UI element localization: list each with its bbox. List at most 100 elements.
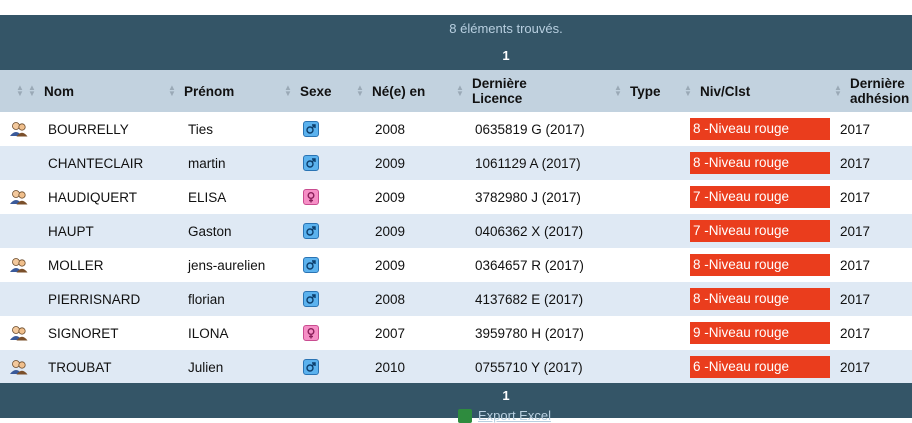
cell-adhesion: 2017: [834, 350, 912, 384]
cell-ne-en: 2009: [356, 248, 456, 282]
row-avatar-cell: [0, 316, 28, 350]
cell-prenom: ILONA: [168, 316, 284, 350]
column-header-niv[interactable]: ▲ ▼ Niv/Clst: [684, 70, 834, 112]
cell-nom-text: PIERRISNARD: [48, 291, 141, 307]
cell-licence-text: 1061129 A (2017): [475, 155, 581, 171]
cell-sexe: [284, 350, 356, 384]
cell-licence: 3959780 H (2017): [456, 316, 614, 350]
sort-icon[interactable]: ▲ ▼: [168, 84, 176, 98]
column-header-ne_en[interactable]: ▲ ▼ Né(e) en: [356, 70, 456, 112]
row-avatar-cell: [0, 350, 28, 384]
cell-licence: 0635819 G (2017): [456, 112, 614, 146]
female-symbol-icon: [303, 325, 319, 342]
table-row[interactable]: HAUPT Gaston 2009 0406362 X (2017) 7 -Niveau…: [0, 214, 912, 248]
level-badge: 8 -Niveau rouge: [690, 118, 830, 140]
cell-licence: 3782980 J (2017): [456, 180, 614, 214]
cell-ne-en: 2009: [356, 180, 456, 214]
sort-icon[interactable]: ▲ ▼: [614, 84, 622, 98]
cell-type: [614, 214, 684, 248]
column-header-icon[interactable]: ▲ ▼: [0, 70, 28, 112]
cell-licence-text: 0635819 G (2017): [475, 121, 585, 137]
column-header-label: Dernière Licence: [472, 76, 527, 106]
sort-icon[interactable]: ▲ ▼: [16, 84, 24, 98]
results-footer-bar: 1 Export Excel: [0, 383, 912, 423]
sort-icon[interactable]: ▲ ▼: [684, 84, 692, 98]
cell-ne-en-text: 2009: [375, 155, 406, 171]
cell-licence-text: 4137682 E (2017): [475, 291, 584, 307]
cell-sexe: [284, 282, 356, 316]
cell-nom-text: HAUDIQUERT: [48, 189, 138, 205]
cell-ne-en-text: 2009: [375, 189, 406, 205]
column-header-label: Dernière adhésion: [850, 76, 910, 106]
cell-niv: 6 -Niveau rouge: [684, 350, 834, 384]
cell-adhesion: 2017: [834, 214, 912, 248]
column-header-label: Prénom: [184, 83, 235, 99]
table-row[interactable]: SIGNORET ILONA 2007 3959780 H (2017) 9 -Nive…: [0, 316, 912, 350]
cell-licence: 4137682 E (2017): [456, 282, 614, 316]
cell-nom: HAUPT: [28, 214, 168, 248]
sort-icon[interactable]: ▲ ▼: [356, 84, 364, 98]
column-header-type[interactable]: ▲ ▼ Type: [614, 70, 684, 112]
male-symbol-icon: [303, 121, 319, 138]
cell-adhesion-text: 2017: [840, 325, 871, 341]
table-body: BOURRELLY Ties 2008 0635819 G (2017) 8 -Nive…: [0, 112, 912, 384]
female-symbol-icon: [303, 189, 319, 206]
cell-ne-en-text: 2008: [375, 291, 406, 307]
export-excel-link[interactable]: Export Excel: [458, 408, 551, 423]
users-icon: [9, 189, 28, 205]
cell-prenom-text: ELISA: [188, 189, 227, 205]
level-badge: 8 -Niveau rouge: [690, 254, 830, 276]
cell-prenom: Ties: [168, 112, 284, 146]
cell-sexe: [284, 146, 356, 180]
users-icon: [9, 121, 28, 137]
cell-adhesion: 2017: [834, 282, 912, 316]
cell-nom: MOLLER: [28, 248, 168, 282]
pagination-bottom-page[interactable]: 1: [0, 388, 912, 403]
sort-icon[interactable]: ▲ ▼: [456, 84, 464, 98]
cell-niv: 8 -Niveau rouge: [684, 248, 834, 282]
cell-prenom-text: ILONA: [188, 325, 229, 341]
column-header-licence[interactable]: ▲ ▼ Dernière Licence: [456, 70, 614, 112]
table-row[interactable]: BOURRELLY Ties 2008 0635819 G (2017) 8 -Nive…: [0, 112, 912, 146]
results-table: ▲ ▼ ▲ ▼ Nom ▲ ▼ Prénom ▲ ▼ Sexe ▲ ▼ Né(e) en ▲ ▼ Dernièr…: [0, 70, 912, 384]
table-row[interactable]: PIERRISNARD florian 2008 4137682 E (2017) 8 …: [0, 282, 912, 316]
cell-type: [614, 180, 684, 214]
cell-prenom: martin: [168, 146, 284, 180]
table-row[interactable]: CHANTECLAIR martin 2009 1061129 A (2017) 8 -…: [0, 146, 912, 180]
cell-type: [614, 112, 684, 146]
column-header-sexe[interactable]: ▲ ▼ Sexe: [284, 70, 356, 112]
cell-licence-text: 0755710 Y (2017): [475, 359, 583, 375]
column-header-prenom[interactable]: ▲ ▼ Prénom: [168, 70, 284, 112]
row-avatar-cell: [0, 248, 28, 282]
table-row[interactable]: TROUBAT Julien 2010 0755710 Y (2017) 6 -Nive…: [0, 350, 912, 384]
row-avatar-cell: [0, 180, 28, 214]
sort-icon[interactable]: ▲ ▼: [284, 84, 292, 98]
male-symbol-icon: [303, 291, 319, 308]
column-header-nom[interactable]: ▲ ▼ Nom: [28, 70, 168, 112]
cell-adhesion: 2017: [834, 112, 912, 146]
cell-adhesion-text: 2017: [840, 291, 871, 307]
row-avatar-cell: [0, 282, 28, 316]
cell-prenom: Gaston: [168, 214, 284, 248]
cell-licence-text: 3959780 H (2017): [475, 325, 584, 341]
cell-prenom: ELISA: [168, 180, 284, 214]
cell-sexe: [284, 316, 356, 350]
column-header-adhesion[interactable]: ▲ ▼ Dernière adhésion: [834, 70, 912, 112]
cell-adhesion: 2017: [834, 146, 912, 180]
table-header-row: ▲ ▼ ▲ ▼ Nom ▲ ▼ Prénom ▲ ▼ Sexe ▲ ▼ Né(e) en ▲ ▼ Dernièr…: [0, 70, 912, 112]
cell-sexe: [284, 214, 356, 248]
sort-icon[interactable]: ▲ ▼: [28, 84, 36, 98]
level-badge: 7 -Niveau rouge: [690, 220, 830, 242]
table-row[interactable]: HAUDIQUERT ELISA 2009 3782980 J (2017) 7 -Ni…: [0, 180, 912, 214]
cell-niv: 8 -Niveau rouge: [684, 146, 834, 180]
cell-adhesion: 2017: [834, 180, 912, 214]
pagination-top-page[interactable]: 1: [0, 48, 912, 63]
users-icon: [9, 325, 28, 341]
users-icon: [9, 359, 28, 375]
row-avatar-cell: [0, 146, 28, 180]
sort-icon[interactable]: ▲ ▼: [834, 84, 842, 98]
cell-nom-text: MOLLER: [48, 257, 104, 273]
table-row[interactable]: MOLLER jens-aurelien 2009 0364657 R (2017) 8…: [0, 248, 912, 282]
users-icon: [9, 257, 28, 273]
male-symbol-icon: [303, 155, 319, 172]
